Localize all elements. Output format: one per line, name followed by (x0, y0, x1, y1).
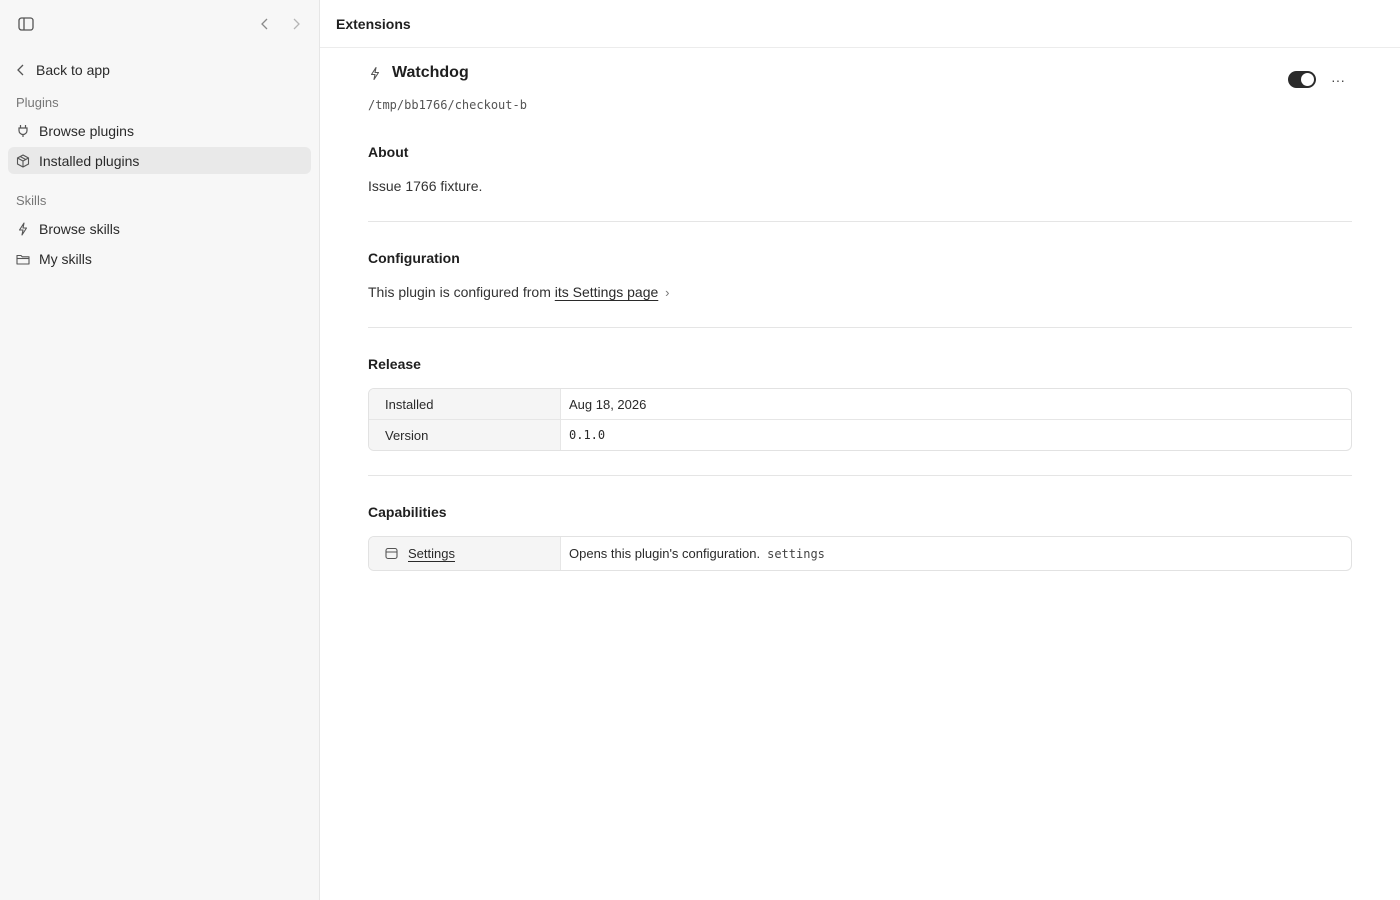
sidebar-toggle-button[interactable] (15, 13, 37, 35)
release-value: Aug 18, 2026 (569, 396, 647, 412)
capabilities-table: Settings Opens this plugin's configurati… (368, 536, 1352, 571)
release-key: Version (369, 420, 561, 450)
package-icon (16, 153, 30, 168)
table-row: Installed Aug 18, 2026 (369, 389, 1351, 420)
plugin-header: Watchdog (368, 64, 469, 82)
settings-page-link[interactable]: its Settings page (555, 284, 659, 300)
folder-icon (16, 254, 30, 265)
bolt-icon (370, 66, 380, 80)
release-value: 0.1.0 (569, 428, 606, 442)
capability-settings-link[interactable]: Settings (408, 546, 455, 561)
sidebar-item-browse-skills[interactable]: Browse skills (8, 215, 311, 242)
plugin-enabled-toggle[interactable] (1288, 71, 1316, 88)
capability-name-cell: Settings (369, 537, 561, 570)
capability-description-cell: Opens this plugin's configuration. setti… (561, 537, 1351, 570)
nav-back-button[interactable] (254, 13, 276, 35)
back-to-app-label: Back to app (36, 62, 110, 78)
panel-icon (385, 547, 398, 560)
nav-forward-button[interactable] (285, 13, 307, 35)
chevron-right-icon: › (665, 285, 670, 300)
sidebar-panel-icon (18, 17, 34, 31)
plugin-path: /tmp/bb1766/checkout-b (368, 98, 527, 112)
table-row: Version 0.1.0 (369, 420, 1351, 450)
more-options-button[interactable]: ··· (1328, 70, 1348, 90)
chevron-right-icon (293, 18, 300, 30)
divider (368, 327, 1352, 328)
back-to-app-link[interactable]: Back to app (16, 59, 110, 81)
sidebar-item-label: My skills (39, 250, 92, 267)
release-key: Installed (369, 389, 561, 419)
sidebar-item-my-skills[interactable]: My skills (8, 245, 311, 272)
table-row: Settings Opens this plugin's configurati… (369, 537, 1351, 570)
sidebar: Back to app Plugins Browse plugins Insta… (0, 0, 320, 900)
release-table: Installed Aug 18, 2026 Version 0.1.0 (368, 388, 1352, 451)
capability-code: settings (767, 546, 825, 561)
plug-icon (18, 124, 28, 137)
divider (368, 221, 1352, 222)
capability-description: Opens this plugin's configuration. (569, 546, 761, 561)
sidebar-item-label: Browse plugins (39, 122, 134, 139)
configuration-text: This plugin is configured from its Setti… (368, 284, 670, 300)
sidebar-item-browse-plugins[interactable]: Browse plugins (8, 117, 311, 144)
chevron-left-icon (17, 64, 24, 76)
sidebar-item-label: Browse skills (39, 220, 120, 237)
skills-section-label: Skills (16, 193, 47, 208)
sidebar-item-label: Installed plugins (39, 152, 140, 169)
configuration-heading: Configuration (368, 250, 460, 266)
plugins-section-label: Plugins (16, 95, 59, 110)
divider (368, 475, 1352, 476)
about-text: Issue 1766 fixture. (368, 178, 483, 194)
release-heading: Release (368, 356, 421, 372)
plugin-name: Watchdog (392, 64, 469, 81)
bolt-icon (18, 221, 28, 236)
page-title: Extensions (336, 15, 411, 32)
sidebar-item-installed-plugins[interactable]: Installed plugins (8, 147, 311, 174)
about-heading: About (368, 144, 409, 160)
header: Extensions (320, 0, 1400, 48)
configuration-prefix: This plugin is configured from (368, 284, 551, 300)
capabilities-heading: Capabilities (368, 504, 447, 520)
chevron-left-icon (261, 18, 268, 30)
